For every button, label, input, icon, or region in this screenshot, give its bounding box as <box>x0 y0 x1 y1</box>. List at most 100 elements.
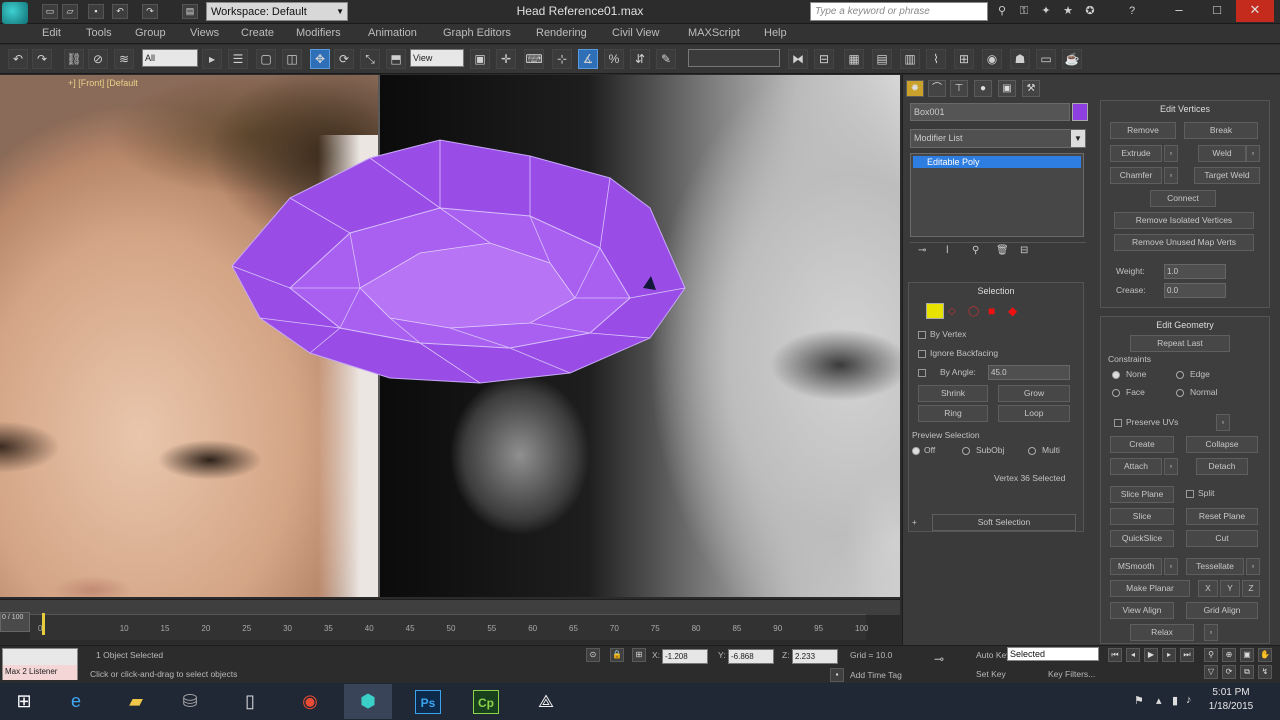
preserve-uvs-checkbox[interactable] <box>1114 419 1122 427</box>
repeat-last-button[interactable]: Repeat Last <box>1130 335 1230 352</box>
time-tag-icon[interactable]: ▪ <box>830 668 844 682</box>
attach-button[interactable]: Attach <box>1110 458 1162 475</box>
set-key-button[interactable]: Set Key <box>976 669 1006 679</box>
zoom-all-icon[interactable]: ⊕ <box>1222 648 1236 662</box>
key-selection-set-dropdown[interactable]: Selected <box>1007 647 1099 661</box>
quickslice-button[interactable]: QuickSlice <box>1110 530 1174 547</box>
selection-lock-icon[interactable]: 🔒 <box>610 648 624 662</box>
move-gizmo-icon[interactable]: ✛ <box>496 49 516 69</box>
pivot-center-icon[interactable]: ▣ <box>470 49 490 69</box>
max-toggle-icon[interactable]: ⧉ <box>1240 665 1254 679</box>
link-icon[interactable]: ⛓ <box>64 49 84 69</box>
constraint-edge-radio[interactable] <box>1176 371 1184 379</box>
undo-icon[interactable]: ↶ <box>8 49 28 69</box>
preserve-uvs-settings-icon[interactable]: ▫ <box>1216 414 1230 431</box>
modify-tab-icon[interactable]: ⌒ <box>928 80 946 97</box>
curve-editor-icon[interactable]: ⌇ <box>926 49 946 69</box>
mirror-icon[interactable]: ⧓ <box>788 49 808 69</box>
relax-button[interactable]: Relax <box>1130 624 1194 641</box>
next-frame-icon[interactable]: ▸ <box>1162 648 1176 662</box>
save-icon[interactable]: ▪ <box>88 4 104 19</box>
new-file-icon[interactable]: ▭ <box>42 4 58 19</box>
stack-item-editable-poly[interactable]: Editable Poly <box>913 156 1081 168</box>
split-checkbox[interactable] <box>1186 490 1194 498</box>
preview-subobj-radio[interactable] <box>962 447 970 455</box>
slice-plane-button[interactable]: Slice Plane <box>1110 486 1174 503</box>
make-planar-button[interactable]: Make Planar <box>1110 580 1190 597</box>
msmooth-button[interactable]: MSmooth <box>1110 558 1162 575</box>
soft-selection-rollout[interactable]: Soft Selection <box>932 514 1076 531</box>
pin-stack-icon[interactable]: ⊸ <box>918 245 926 256</box>
go-to-end-icon[interactable]: ⏭ <box>1180 648 1194 662</box>
minimize-icon[interactable]: – <box>1160 0 1198 22</box>
time-slider-thumb[interactable]: 0 / 100 <box>0 612 30 632</box>
slice-button[interactable]: Slice <box>1110 508 1174 525</box>
tessellate-settings-icon[interactable]: ▫ <box>1246 558 1260 575</box>
edge-mode-icon[interactable]: ◇ <box>948 306 956 317</box>
close-icon[interactable]: ✕ <box>1236 0 1274 22</box>
zoom-extents-icon[interactable]: ▣ <box>1240 648 1254 662</box>
menu-help[interactable]: Help <box>764 27 787 39</box>
keyboard-shortcut-icon[interactable]: ⌨ <box>524 49 544 69</box>
modifier-list-dropdown[interactable]: Modifier List ▼ <box>910 129 1086 148</box>
cut-button[interactable]: Cut <box>1186 530 1258 547</box>
render-production-icon[interactable]: ☕ <box>1062 49 1082 69</box>
network-icon[interactable]: ⛁ <box>166 684 214 719</box>
menu-group[interactable]: Group <box>135 27 166 39</box>
create-tab-icon[interactable]: ✹ <box>906 80 924 97</box>
detach-button[interactable]: Detach <box>1196 458 1248 475</box>
auto-key-button[interactable]: Auto Key <box>976 650 1011 660</box>
relax-settings-icon[interactable]: ▫ <box>1204 624 1218 641</box>
polygon-mode-icon[interactable]: ■ <box>988 304 995 318</box>
collapse-button[interactable]: Collapse <box>1186 436 1258 453</box>
menu-edit[interactable]: Edit <box>42 27 61 39</box>
windows-start-icon[interactable]: ⊞ <box>0 684 48 719</box>
object-color-swatch[interactable] <box>1072 103 1088 121</box>
motion-tab-icon[interactable]: ● <box>974 80 992 97</box>
orbit-icon[interactable]: ⟳ <box>1222 665 1236 679</box>
constraint-face-radio[interactable] <box>1112 389 1120 397</box>
angle-snap-icon[interactable]: ∡ <box>578 49 598 69</box>
open-file-icon[interactable]: ▱ <box>62 4 78 19</box>
select-by-name-icon[interactable]: ☰ <box>228 49 248 69</box>
remove-unused-map-verts-button[interactable]: Remove Unused Map Verts <box>1114 234 1254 251</box>
rect-selection-icon[interactable]: ▢ <box>256 49 276 69</box>
menu-civil-view[interactable]: Civil View <box>612 27 659 39</box>
select-and-move-icon[interactable]: ✥ <box>310 49 330 69</box>
unity-icon[interactable]: ⟁ <box>522 684 570 719</box>
by-angle-field[interactable]: 45.0 <box>988 365 1070 380</box>
redo-icon[interactable]: ↷ <box>32 49 52 69</box>
select-and-scale-icon[interactable]: ⤡ <box>360 49 380 69</box>
file-explorer-icon[interactable]: ▰ <box>112 684 160 719</box>
app-logo-icon[interactable] <box>2 2 28 24</box>
remove-button[interactable]: Remove <box>1110 122 1176 139</box>
render-setup-icon[interactable]: ☗ <box>1010 49 1030 69</box>
preview-multi-radio[interactable] <box>1028 447 1036 455</box>
remove-isolated-vertices-button[interactable]: Remove Isolated Vertices <box>1114 212 1254 229</box>
extrude-button[interactable]: Extrude <box>1110 145 1162 162</box>
configure-modifier-sets-icon[interactable]: ⊟ <box>1020 245 1028 256</box>
time-slider-bar[interactable] <box>0 599 900 615</box>
rendered-frame-icon[interactable]: ▭ <box>1036 49 1056 69</box>
help-icon[interactable]: ? <box>1124 4 1140 19</box>
add-time-tag-button[interactable]: Add Time Tag <box>850 670 902 680</box>
project-folder-icon[interactable]: ▤ <box>182 4 198 19</box>
search-input[interactable]: Type a keyword or phrase <box>810 2 988 21</box>
undo-icon[interactable]: ↶ <box>112 4 128 19</box>
menu-animation[interactable]: Animation <box>368 27 417 39</box>
go-to-start-icon[interactable]: ⏮ <box>1108 648 1122 662</box>
chamfer-settings-icon[interactable]: ▫ <box>1164 167 1178 184</box>
ignore-backfacing-checkbox[interactable] <box>918 350 926 358</box>
named-selection-icon[interactable]: ✎ <box>656 49 676 69</box>
weight-field[interactable]: 1.0 <box>1164 264 1226 279</box>
toggle-scene-explorer-icon[interactable]: ▦ <box>844 49 864 69</box>
maxscript-mini-listener[interactable]: Max 2 Listener <box>2 648 78 680</box>
chamfer-button[interactable]: Chamfer <box>1110 167 1162 184</box>
selection-rollout-title[interactable]: Selection <box>908 286 1084 296</box>
photoshop-icon[interactable]: Ps <box>404 684 452 719</box>
menu-modifiers[interactable]: Modifiers <box>296 27 341 39</box>
extrude-settings-icon[interactable]: ▫ <box>1164 145 1178 162</box>
menu-create[interactable]: Create <box>241 27 274 39</box>
tessellate-button[interactable]: Tessellate <box>1186 558 1244 575</box>
create-button[interactable]: Create <box>1110 436 1174 453</box>
